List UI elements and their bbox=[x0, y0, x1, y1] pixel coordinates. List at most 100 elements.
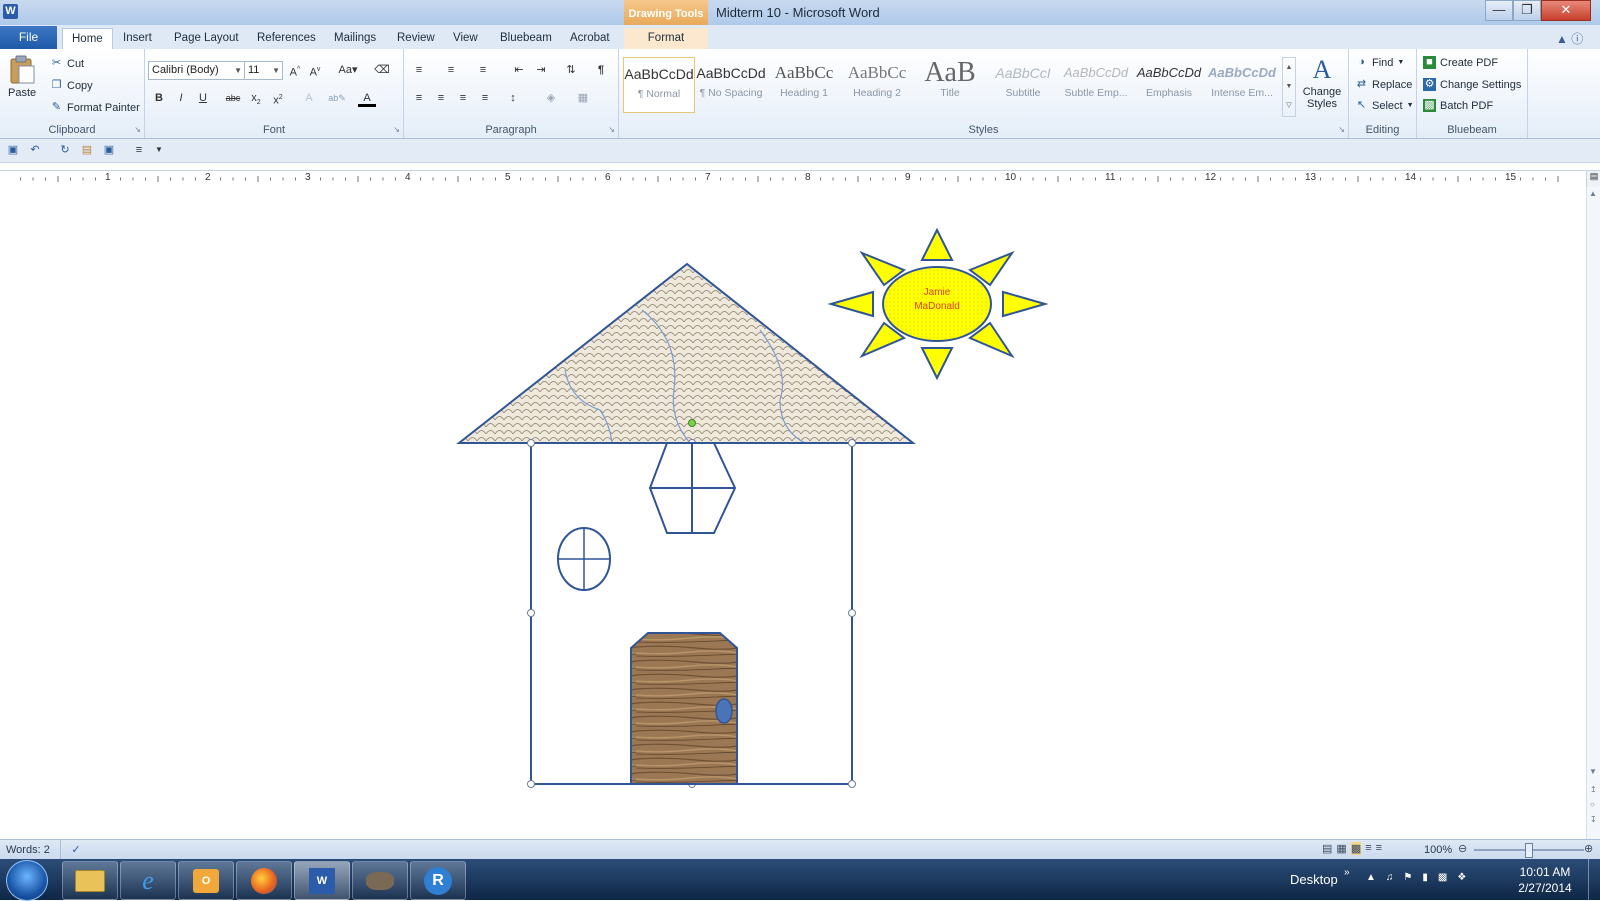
shading-icon[interactable]: ◈ bbox=[542, 89, 560, 107]
full-screen-reading-icon[interactable]: ▦ bbox=[1336, 842, 1346, 855]
gimp-icon[interactable] bbox=[352, 861, 408, 900]
tab-insert[interactable]: Insert bbox=[114, 28, 161, 49]
style-subtitle[interactable]: AaBbCcI Subtitle bbox=[988, 57, 1058, 111]
file-explorer-icon[interactable] bbox=[62, 861, 118, 900]
justify-icon[interactable]: ≡ bbox=[476, 89, 494, 107]
batch-pdf-button[interactable]: ▩ Batch PDF bbox=[1423, 99, 1493, 112]
roof-shape[interactable] bbox=[456, 262, 916, 444]
grow-font-button[interactable]: A^ bbox=[286, 61, 304, 79]
scroll-down-icon[interactable]: ▼ bbox=[1589, 767, 1597, 776]
zoom-slider-thumb[interactable] bbox=[1525, 843, 1533, 858]
picture-icon[interactable]: ▣ bbox=[100, 141, 118, 159]
borders-icon[interactable]: ▦ bbox=[574, 89, 592, 107]
zoom-out-icon[interactable]: ⊖ bbox=[1458, 842, 1467, 855]
tab-home[interactable]: Home bbox=[62, 28, 113, 50]
horizontal-ruler[interactable]: 1 2 3 4 5 6 7 8 9 10 11 12 13 14 15 bbox=[0, 170, 1586, 188]
draft-icon[interactable]: ≡ bbox=[1376, 842, 1382, 855]
zoom-level[interactable]: 100% bbox=[1424, 844, 1452, 856]
clipboard-launcher-icon[interactable]: ↘ bbox=[134, 125, 141, 134]
create-pdf-button[interactable]: ■ Create PDF bbox=[1423, 56, 1498, 69]
word-taskbar-icon[interactable]: W bbox=[294, 861, 350, 900]
print-layout-icon[interactable]: ▤ bbox=[1322, 842, 1332, 855]
format-painter-button[interactable]: ✎ Format Painter bbox=[50, 101, 140, 114]
outline-icon[interactable]: ≡ bbox=[1365, 842, 1371, 855]
change-settings-button[interactable]: ⚙ Change Settings bbox=[1423, 78, 1521, 91]
close-button[interactable]: ✕ bbox=[1541, 0, 1591, 21]
style-title[interactable]: AaB Title bbox=[915, 57, 985, 111]
style-heading-2[interactable]: AaBbCc Heading 2 bbox=[842, 57, 912, 111]
font-launcher-icon[interactable]: ↘ bbox=[393, 125, 400, 134]
style-normal[interactable]: AaBbCcDd ¶ Normal bbox=[623, 57, 695, 113]
text-effects-button[interactable]: A bbox=[300, 89, 318, 107]
dropbox-icon[interactable]: ❖ bbox=[1457, 872, 1466, 883]
web-layout-icon[interactable]: ▩ bbox=[1350, 842, 1362, 855]
font-size-select[interactable]: 11 ▼ bbox=[244, 61, 283, 80]
proofing-icon[interactable]: ✓ bbox=[60, 840, 91, 860]
change-styles-button[interactable]: A Change Styles bbox=[1302, 55, 1342, 110]
network-icon[interactable]: ▩ bbox=[1438, 872, 1447, 883]
outlook-icon[interactable]: O bbox=[178, 861, 234, 900]
clear-formatting-icon[interactable]: ⌫ bbox=[373, 61, 391, 79]
volume-icon[interactable]: ♫ bbox=[1386, 872, 1394, 883]
tab-bluebeam[interactable]: Bluebeam bbox=[491, 28, 561, 49]
align-left-icon[interactable]: ≡ bbox=[410, 89, 428, 107]
shrink-font-button[interactable]: Av bbox=[306, 61, 324, 79]
increase-indent-icon[interactable]: ⇥ bbox=[532, 61, 550, 79]
select-browse-object-icon[interactable]: ○ bbox=[1590, 800, 1595, 809]
toolbar-expand-icon[interactable]: » bbox=[1344, 867, 1350, 878]
align-right-icon[interactable]: ≡ bbox=[454, 89, 472, 107]
action-center-flag-icon[interactable]: ⚑ bbox=[1403, 872, 1412, 883]
maximize-button[interactable]: ❐ bbox=[1513, 0, 1541, 21]
tab-file[interactable]: File bbox=[0, 26, 57, 49]
sort-icon[interactable]: ⇅ bbox=[562, 61, 580, 79]
power-icon[interactable]: ▮ bbox=[1422, 872, 1428, 883]
replace-button[interactable]: ⇄ Replace bbox=[1355, 78, 1412, 91]
style-intense-emphasis[interactable]: AaBbCcDd Intense Em... bbox=[1207, 57, 1277, 111]
align-center-icon[interactable]: ≡ bbox=[432, 89, 450, 107]
find-button[interactable]: ◑ Find ▼ bbox=[1355, 56, 1404, 69]
undo-icon[interactable]: ↶ bbox=[26, 141, 44, 159]
bullets-icon[interactable]: ≡ bbox=[410, 61, 428, 79]
tab-page-layout[interactable]: Page Layout bbox=[165, 28, 248, 49]
multilevel-list-icon[interactable]: ≡ bbox=[474, 61, 492, 79]
help-icon[interactable]: ▲ ⓘ bbox=[1556, 30, 1583, 47]
styles-gallery-scroll[interactable]: ▲ ▼ ▽ bbox=[1282, 57, 1296, 117]
word-app-icon[interactable]: W bbox=[3, 4, 18, 19]
redo-icon[interactable]: ↻ bbox=[56, 141, 74, 159]
tab-references[interactable]: References bbox=[248, 28, 325, 49]
door-shape[interactable] bbox=[630, 632, 738, 785]
vertical-scrollbar[interactable]: ▲ ▼ ↥ ○ ↧ bbox=[1586, 187, 1600, 839]
superscript-button[interactable]: x2 bbox=[269, 89, 287, 107]
font-color-button[interactable]: A bbox=[358, 89, 376, 107]
show-desktop-button[interactable] bbox=[1588, 859, 1600, 900]
style-no-spacing[interactable]: AaBbCcDd ¶ No Spacing bbox=[696, 57, 766, 111]
word-count[interactable]: Words: 2 bbox=[6, 844, 50, 856]
highlight-button[interactable]: ab✎ bbox=[328, 89, 346, 107]
view-ruler-icon[interactable]: ▤ bbox=[1586, 170, 1600, 188]
minimize-button[interactable]: — bbox=[1485, 0, 1513, 21]
firefox-icon[interactable] bbox=[236, 861, 292, 900]
font-family-select[interactable]: Calibri (Body) ▼ bbox=[148, 61, 245, 80]
scroll-up-icon[interactable]: ▲ bbox=[1589, 189, 1597, 198]
change-case-button[interactable]: Aa▾ bbox=[335, 61, 361, 79]
show-hidden-icons-icon[interactable]: ▲ bbox=[1366, 872, 1376, 883]
previous-page-icon[interactable]: ↥ bbox=[1590, 785, 1597, 794]
customize-toolbar-icon[interactable]: ▼ bbox=[150, 141, 168, 159]
tab-acrobat[interactable]: Acrobat bbox=[561, 28, 619, 49]
decrease-indent-icon[interactable]: ⇤ bbox=[510, 61, 528, 79]
internet-explorer-icon[interactable]: e bbox=[120, 861, 176, 900]
numbering-icon[interactable]: ≡ bbox=[442, 61, 460, 79]
paste-button[interactable]: Paste bbox=[8, 55, 36, 99]
style-subtle-emphasis[interactable]: AaBbCcDd Subtle Emp... bbox=[1061, 57, 1131, 111]
start-button[interactable] bbox=[6, 860, 48, 901]
tab-format[interactable]: Format bbox=[624, 28, 708, 49]
align-icon[interactable]: ≡ bbox=[130, 141, 148, 159]
underline-button[interactable]: U bbox=[194, 89, 212, 107]
clock[interactable]: 10:01 AM 2/27/2014 bbox=[1510, 864, 1580, 896]
cut-button[interactable]: ✂ Cut bbox=[50, 57, 84, 70]
styles-launcher-icon[interactable]: ↘ bbox=[1338, 125, 1345, 134]
tab-view[interactable]: View bbox=[444, 28, 487, 49]
style-heading-1[interactable]: AaBbCc Heading 1 bbox=[769, 57, 839, 111]
zoom-slider[interactable] bbox=[1474, 843, 1584, 858]
select-button[interactable]: ↖ Select ▼ bbox=[1355, 99, 1414, 112]
